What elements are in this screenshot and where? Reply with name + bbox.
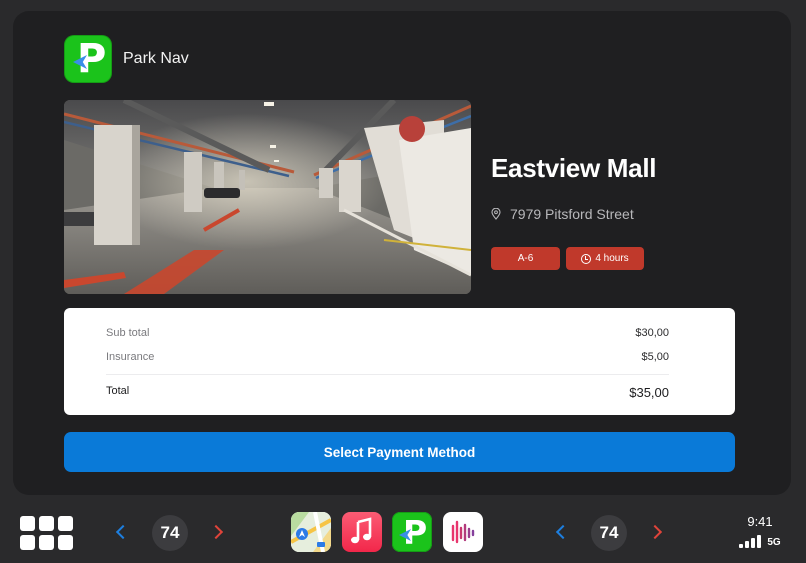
insurance-label: Insurance [106, 351, 155, 363]
carplay-screen: P Park Nav Eastview Mall 7979 Pitsford S… [0, 0, 806, 563]
music-app-button[interactable] [342, 512, 382, 552]
total-row: Total $35,00 [106, 385, 669, 400]
total-label: Total [106, 385, 130, 397]
duration-label: 4 hours [595, 253, 629, 264]
right-temp-decrease-button[interactable] [555, 524, 571, 540]
parking-p-icon: P [64, 35, 112, 83]
app-title: Park Nav [123, 50, 189, 67]
signal-bar-icon [745, 541, 750, 548]
parking-spot-label: A-6 [517, 253, 534, 264]
subtotal-label: Sub total [106, 327, 150, 339]
app-header: P Park Nav [64, 35, 189, 83]
subtotal-value: $30,00 [635, 327, 669, 339]
venue-info: Eastview Mall 7979 Pitsford Street A-6 4… [491, 153, 781, 270]
insurance-row: Insurance $5,00 [106, 351, 669, 363]
venue-address: 7979 Pitsford Street [491, 206, 781, 222]
music-icon [351, 517, 372, 544]
clock-icon [581, 253, 592, 264]
duration-chip[interactable]: 4 hours [566, 247, 644, 270]
signal-status: 5G [730, 535, 790, 548]
maps-icon [291, 512, 331, 552]
network-type: 5G [767, 537, 781, 548]
app-grid-button[interactable] [20, 516, 73, 550]
signal-bar-icon [751, 538, 756, 548]
parking-garage-photo [64, 100, 471, 294]
parking-spot-chip[interactable]: A-6 [491, 247, 560, 270]
park-nav-app-button[interactable]: P [392, 512, 432, 552]
maps-app-button[interactable] [291, 512, 331, 552]
app-panel: P Park Nav Eastview Mall 7979 Pitsford S… [13, 11, 791, 495]
podcasts-app-button[interactable] [443, 512, 483, 552]
insurance-value: $5,00 [641, 351, 669, 363]
status-area: 9:41 5G [730, 514, 790, 548]
left-temp-increase-button[interactable] [208, 524, 224, 540]
summary-divider [106, 374, 669, 375]
right-temp-display[interactable]: 74 [591, 515, 627, 551]
clock-time: 9:41 [747, 514, 773, 529]
venue-address-text: 7979 Pitsford Street [510, 206, 634, 222]
signal-bar-icon [757, 535, 762, 548]
select-payment-method-button[interactable]: Select Payment Method [64, 432, 735, 472]
venue-title: Eastview Mall [491, 153, 657, 183]
price-summary-card: Sub total $30,00 Insurance $5,00 Total $… [64, 308, 735, 415]
subtotal-row: Sub total $30,00 [106, 327, 669, 339]
booking-chips: A-6 4 hours [491, 247, 781, 270]
left-temp-decrease-button[interactable] [115, 524, 131, 540]
total-value: $35,00 [629, 385, 669, 400]
podcasts-icon [451, 520, 475, 544]
carplay-dock: 74 P 74 9:41 5G [0, 502, 806, 563]
left-temp-display[interactable]: 74 [152, 515, 188, 551]
location-pin-icon [491, 208, 501, 220]
park-nav-icon: P [392, 512, 432, 552]
right-temp-increase-button[interactable] [647, 524, 663, 540]
signal-bar-icon [739, 544, 744, 548]
